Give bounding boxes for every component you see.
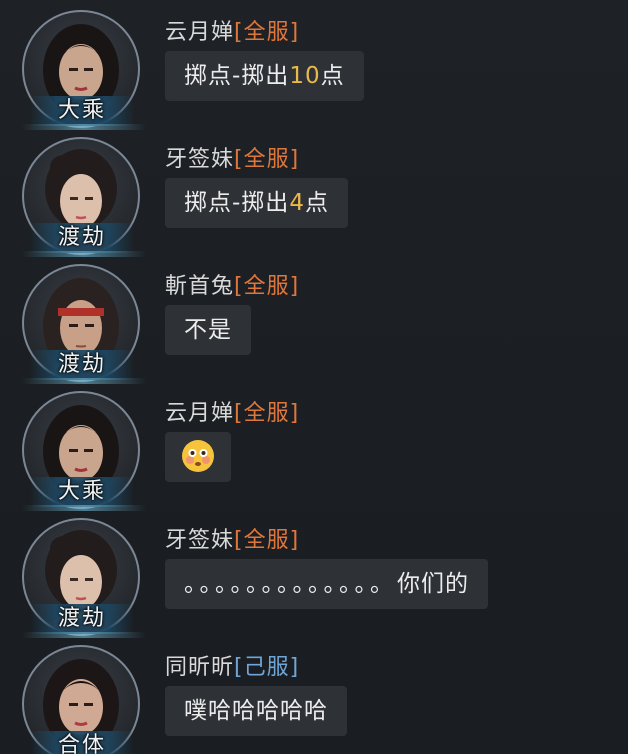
sender-line: 云月婵[全服]: [165, 14, 299, 46]
chat-panel[interactable]: 大乘 云月婵[全服] 掷点-掷出10点 渡劫 牙签妹[全服] 掷点-掷出4点 渡…: [0, 0, 628, 754]
sender-line: 斬首兔[全服]: [165, 268, 299, 300]
rank-label: 合体: [30, 731, 134, 754]
server-tag: [全服]: [234, 528, 300, 553]
sender-name[interactable]: 斬首兔: [165, 274, 234, 299]
avatar[interactable]: 渡劫: [22, 264, 146, 384]
server-tag: [全服]: [234, 20, 300, 45]
message-text: 点: [320, 63, 345, 89]
server-tag: [全服]: [234, 401, 300, 426]
message-text: 点: [304, 190, 329, 216]
sender-line: 云月婵[全服]: [165, 395, 299, 427]
message-dots: 。。。。。。。。。。。。。: [184, 571, 397, 597]
chat-message: 渡劫 牙签妹[全服] 。。。。。。。。。。。。。你们的: [0, 508, 628, 638]
avatar[interactable]: 渡劫: [22, 137, 146, 257]
rank-label: 渡劫: [30, 604, 134, 634]
message-bubble[interactable]: 掷点-掷出4点: [165, 178, 348, 228]
sender-line: 牙签妹[全服]: [165, 522, 299, 554]
message-bubble[interactable]: [165, 432, 231, 482]
message-bubble[interactable]: 。。。。。。。。。。。。。你们的: [165, 559, 488, 609]
rank-label: 大乘: [30, 96, 134, 126]
message-text: 掷点-掷出: [184, 63, 290, 89]
chat-message: 大乘 云月婵[全服] 掷点-掷出10点: [0, 0, 628, 130]
chat-message: 大乘 云月婵[全服]: [0, 381, 628, 511]
sender-name[interactable]: 牙签妹: [165, 147, 234, 172]
chat-message: 合体 同昕昕[己服] 噗哈哈哈哈哈: [0, 635, 628, 754]
avatar[interactable]: 大乘: [22, 391, 146, 511]
server-tag: [全服]: [234, 147, 300, 172]
sender-name[interactable]: 云月婵: [165, 401, 234, 426]
message-bubble[interactable]: 噗哈哈哈哈哈: [165, 686, 347, 736]
chat-message: 渡劫 牙签妹[全服] 掷点-掷出4点: [0, 127, 628, 257]
dice-number: 10: [289, 63, 321, 89]
rank-label: 渡劫: [30, 223, 134, 253]
sender-name[interactable]: 同昕昕: [165, 655, 234, 680]
avatar[interactable]: 渡劫: [22, 518, 146, 638]
sender-line: 牙签妹[全服]: [165, 141, 299, 173]
sender-name[interactable]: 云月婵: [165, 20, 234, 45]
server-tag: [全服]: [234, 274, 300, 299]
sender-line: 同昕昕[己服]: [165, 649, 299, 681]
flushed-face-emoji-icon: [182, 439, 214, 472]
message-text: 你们的: [397, 571, 469, 597]
avatar[interactable]: 合体: [22, 645, 142, 754]
message-text: 掷点-掷出: [184, 190, 290, 216]
sender-name[interactable]: 牙签妹: [165, 528, 234, 553]
message-text: 噗哈哈哈哈哈: [184, 698, 328, 724]
chat-message: 渡劫 斬首兔[全服] 不是: [0, 254, 628, 384]
rank-label: 渡劫: [30, 350, 134, 380]
message-bubble[interactable]: 掷点-掷出10点: [165, 51, 364, 101]
message-bubble[interactable]: 不是: [165, 305, 251, 355]
message-text: 不是: [184, 317, 232, 343]
server-tag: [己服]: [234, 655, 300, 680]
dice-number: 4: [289, 190, 305, 216]
rank-label: 大乘: [30, 477, 134, 507]
avatar[interactable]: 大乘: [22, 10, 146, 130]
